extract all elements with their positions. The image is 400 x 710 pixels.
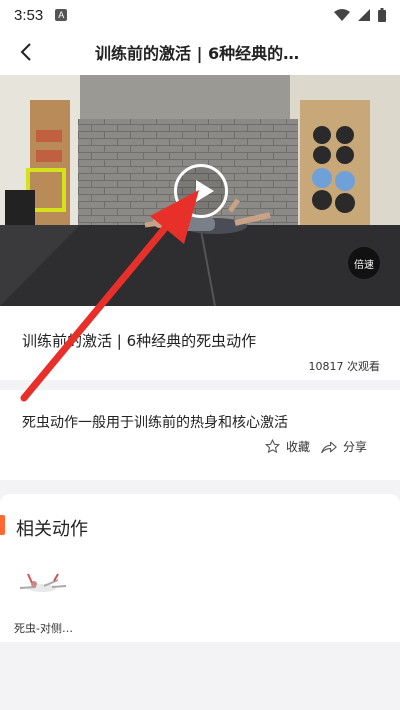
back-arrow-icon: [20, 43, 31, 61]
app-notification-icon: A: [55, 9, 68, 21]
status-bar: 3:53 A: [0, 0, 400, 30]
share-button[interactable]: 分享: [321, 438, 367, 455]
related-exercise-name: 死虫-对侧…: [14, 622, 73, 635]
back-button[interactable]: [14, 40, 38, 64]
exercise-title: 训练前的激活 | 6种经典的死虫动作: [22, 332, 257, 350]
favorite-label: 收藏: [286, 440, 311, 454]
share-label: 分享: [343, 440, 368, 454]
status-time: 3:53: [14, 6, 44, 24]
playback-speed-button[interactable]: 倍速: [348, 247, 380, 279]
wifi-icon: [334, 9, 350, 21]
top-app-bar: 训练前的激活 | 6种经典的…: [0, 30, 400, 75]
star-icon: [265, 439, 280, 454]
battery-icon: [378, 8, 386, 22]
description-card: 死虫动作一般用于训练前的热身和核心激活 收藏 分享: [0, 390, 400, 480]
play-button[interactable]: [174, 164, 228, 218]
video-player[interactable]: 倍速: [0, 75, 400, 306]
exercise-info-card: 训练前的激活 | 6种经典的死虫动作 10817 次观看: [0, 306, 400, 380]
related-exercise-item[interactable]: 死虫-对侧…: [14, 562, 86, 636]
share-icon: [321, 441, 337, 453]
view-count: 10817 次观看: [308, 360, 381, 373]
favorite-button[interactable]: 收藏: [265, 438, 310, 455]
signal-icon: [358, 9, 370, 21]
related-exercises-section: 相关动作 死虫-对侧…: [0, 494, 400, 642]
related-section-title: 相关动作: [16, 519, 88, 540]
exercise-thumbnail: [19, 573, 67, 592]
section-accent-bar: [0, 515, 5, 535]
exercise-description: 死虫动作一般用于训练前的热身和核心激活: [22, 415, 288, 431]
page-title: 训练前的激活 | 6种经典的…: [95, 44, 300, 63]
